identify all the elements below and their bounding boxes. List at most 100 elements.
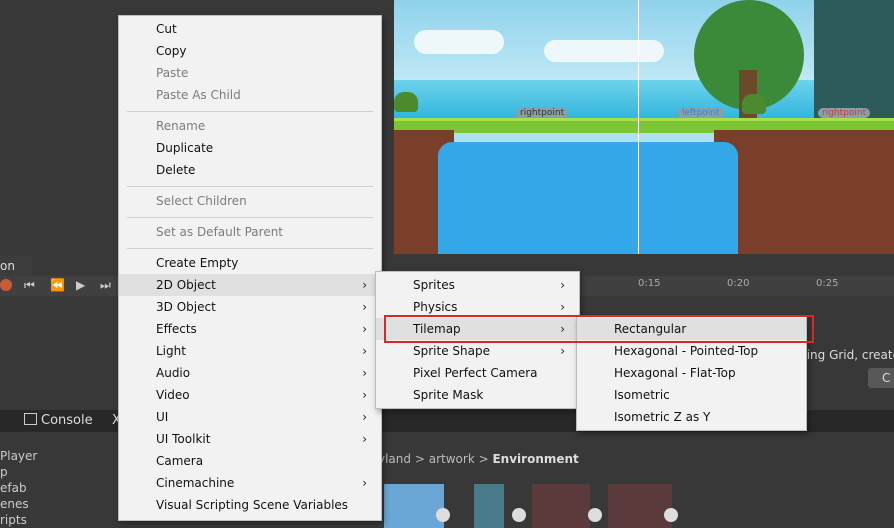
- breadcrumb-item[interactable]: yland: [378, 452, 411, 466]
- menu-divider: [127, 111, 373, 112]
- menu-item-paste-as-child: Paste As Child: [156, 88, 241, 102]
- chevron-right-icon: ›: [362, 476, 367, 490]
- record-icon[interactable]: [0, 279, 12, 291]
- chevron-right-icon: ›: [362, 432, 367, 446]
- menu-item-isometric-z-as-y[interactable]: Isometric Z as Y: [577, 406, 806, 428]
- breadcrumb-current: Environment: [492, 452, 579, 466]
- tab-console[interactable]: Console X: [14, 410, 124, 432]
- menu-item-duplicate[interactable]: Duplicate: [119, 137, 381, 159]
- menu-divider: [127, 217, 373, 218]
- point-label: rightpoint: [818, 108, 871, 118]
- play-icon[interactable]: [512, 508, 526, 522]
- play-icon[interactable]: [436, 508, 450, 522]
- menu-item-label: Physics: [413, 300, 458, 314]
- chevron-right-icon: ›: [362, 410, 367, 424]
- menu-item-isometric[interactable]: Isometric: [577, 384, 806, 406]
- scene-dark-bg: [814, 0, 894, 118]
- menu-item-label: UI Toolkit: [156, 432, 211, 446]
- list-item[interactable]: ripts: [0, 512, 37, 528]
- list-item[interactable]: enes: [0, 496, 37, 512]
- chevron-right-icon: ›: [362, 300, 367, 314]
- chevron-right-icon: ›: [560, 278, 565, 292]
- menu-item-sprites[interactable]: Sprites ›: [376, 274, 579, 296]
- context-menu: Cut Copy Paste Paste As Child Rename Dup…: [118, 15, 382, 521]
- timeline-mark: 0:25: [816, 278, 839, 289]
- menu-item-select-children: Select Children: [156, 194, 247, 208]
- asset-thumbnail[interactable]: [608, 484, 672, 528]
- menu-item-camera[interactable]: Camera: [119, 450, 381, 472]
- menu-item-delete[interactable]: Delete: [119, 159, 381, 181]
- menu-item-light[interactable]: Light ›: [119, 340, 381, 362]
- asset-thumbnail[interactable]: [384, 484, 444, 528]
- menu-item-create-empty[interactable]: Create Empty: [119, 252, 381, 274]
- menu-item-label: 3D Object: [156, 300, 216, 314]
- menu-divider: [127, 248, 373, 249]
- menu-item-ui[interactable]: UI ›: [119, 406, 381, 428]
- play-icon[interactable]: ▶: [76, 278, 85, 292]
- next-frame-icon[interactable]: ⏭: [100, 278, 111, 293]
- frog-sprite: [394, 92, 418, 112]
- menu-item-paste: Paste: [156, 66, 189, 80]
- menu-item-effects[interactable]: Effects ›: [119, 318, 381, 340]
- create-button[interactable]: C: [868, 368, 894, 388]
- list-item[interactable]: efab: [0, 480, 37, 496]
- animation-tab[interactable]: on: [0, 256, 32, 276]
- menu-item-2d-object[interactable]: 2D Object ›: [119, 274, 381, 296]
- point-label: rightpoint: [516, 108, 569, 118]
- menu-item-sprite-mask[interactable]: Sprite Mask: [376, 384, 579, 406]
- chevron-right-icon: ›: [362, 344, 367, 358]
- menu-divider: [127, 186, 373, 187]
- list-item[interactable]: Player: [0, 448, 37, 464]
- menu-item-copy[interactable]: Copy: [119, 40, 381, 62]
- menu-item-label: 2D Object: [156, 278, 216, 292]
- timeline-mark: 0:15: [638, 278, 661, 289]
- timeline-mark: 0:20: [727, 278, 750, 289]
- menu-item-sprite-shape[interactable]: Sprite Shape ›: [376, 340, 579, 362]
- menu-item-label: Light: [156, 344, 186, 358]
- point-label: leftpoint: [678, 108, 724, 118]
- chevron-right-icon: ›: [362, 278, 367, 292]
- console-icon: [24, 413, 37, 425]
- play-icon[interactable]: [588, 508, 602, 522]
- prev-frame-icon[interactable]: ⏪: [50, 278, 65, 292]
- breadcrumb-item[interactable]: artwork: [429, 452, 475, 466]
- menu-item-label: UI: [156, 410, 169, 424]
- menu-item-label: Cinemachine: [156, 476, 235, 490]
- menu-item-visual-scripting-scene-variables[interactable]: Visual Scripting Scene Variables: [119, 494, 381, 516]
- play-icon[interactable]: [664, 508, 678, 522]
- chevron-right-icon: ›: [560, 344, 565, 358]
- menu-item-hexagonal-flat-top[interactable]: Hexagonal - Flat-Top: [577, 362, 806, 384]
- menu-item-cinemachine[interactable]: Cinemachine ›: [119, 472, 381, 494]
- menu-item-hexagonal-pointed-top[interactable]: Hexagonal - Pointed-Top: [577, 340, 806, 362]
- asset-thumbnail[interactable]: [532, 484, 590, 528]
- frog-sprite: [742, 94, 766, 114]
- inspector-hint: ting Grid, create: [802, 348, 894, 362]
- asset-thumbnail[interactable]: [474, 484, 504, 528]
- cloud: [414, 30, 504, 54]
- menu-item-video[interactable]: Video ›: [119, 384, 381, 406]
- menu-item-ui-toolkit[interactable]: UI Toolkit ›: [119, 428, 381, 450]
- chevron-right-icon: ›: [362, 322, 367, 336]
- menu-item-label: Sprites: [413, 278, 455, 292]
- menu-item-label: Effects: [156, 322, 197, 336]
- chevron-right-icon: >: [478, 452, 489, 466]
- tab-console-label: Console: [41, 413, 93, 428]
- chevron-right-icon: >: [414, 452, 425, 466]
- menu-item-label: Audio: [156, 366, 191, 380]
- first-frame-icon[interactable]: ⏮: [24, 278, 35, 293]
- highlight-box: [384, 315, 814, 343]
- list-item[interactable]: p: [0, 464, 37, 480]
- chevron-right-icon: ›: [362, 366, 367, 380]
- scene-dirt-right: [714, 130, 894, 254]
- menu-item-cut[interactable]: Cut: [119, 18, 381, 40]
- chevron-right-icon: ›: [362, 388, 367, 402]
- breadcrumb: yland > artwork > Environment: [378, 452, 579, 466]
- menu-item-label: Video: [156, 388, 190, 402]
- menu-item-audio[interactable]: Audio ›: [119, 362, 381, 384]
- menu-item-3d-object[interactable]: 3D Object ›: [119, 296, 381, 318]
- menu-item-pixel-perfect-camera[interactable]: Pixel Perfect Camera: [376, 362, 579, 384]
- menu-item-set-default-parent: Set as Default Parent: [156, 225, 284, 239]
- menu-item-rename: Rename: [156, 119, 206, 133]
- scene-guide-line: [638, 0, 639, 254]
- scene-view[interactable]: rightpoint leftpoint rightpoint: [394, 0, 894, 254]
